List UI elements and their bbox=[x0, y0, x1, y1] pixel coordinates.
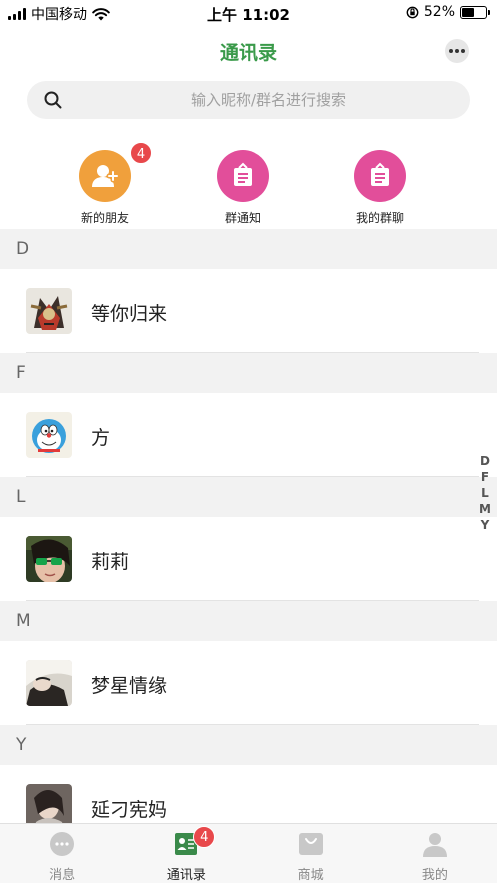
contact-row[interactable]: 莉莉 bbox=[0, 517, 497, 601]
add-user-icon bbox=[92, 165, 120, 187]
contacts-tab-badge: 4 bbox=[193, 826, 216, 848]
divider bbox=[26, 476, 479, 477]
section-header: F bbox=[0, 353, 497, 393]
section-header: L bbox=[0, 477, 497, 517]
tab-mall[interactable]: 商城 bbox=[249, 824, 373, 883]
avatar bbox=[26, 288, 72, 334]
avatar bbox=[26, 412, 72, 458]
index-letter[interactable]: D bbox=[478, 453, 492, 469]
battery-percent: 52% bbox=[423, 4, 455, 20]
divider bbox=[26, 352, 479, 353]
tab-messages[interactable]: 消息 bbox=[0, 824, 124, 883]
my-groups-entry[interactable]: 我的群聊 bbox=[330, 150, 430, 226]
avatar bbox=[26, 536, 72, 582]
tab-bar: 消息 通讯录 4 商城 我的 bbox=[0, 823, 497, 883]
contact-name: 方 bbox=[91, 427, 111, 449]
group-chat-icon bbox=[371, 162, 389, 186]
contact-name: 等你归来 bbox=[91, 303, 168, 325]
contact-name: 延刁宪妈 bbox=[91, 799, 168, 821]
tab-label: 通讯录 bbox=[166, 868, 206, 883]
index-letter[interactable]: Y bbox=[478, 517, 492, 533]
section-header: D bbox=[0, 229, 497, 269]
shopping-bag-icon bbox=[298, 833, 323, 855]
status-right: 52% bbox=[406, 4, 490, 20]
page-title: 通讯录 bbox=[219, 42, 277, 64]
search-input[interactable] bbox=[87, 81, 450, 119]
status-bar: 中国移动 上午 11:02 52% bbox=[0, 0, 497, 26]
alphabet-index[interactable]: D F L M Y bbox=[478, 453, 492, 533]
battery-icon bbox=[460, 5, 490, 19]
tab-contacts[interactable]: 通讯录 4 bbox=[124, 824, 248, 883]
group-notice-label: 群通知 bbox=[224, 211, 261, 225]
tab-label: 商城 bbox=[297, 868, 324, 883]
contact-row[interactable]: 方 bbox=[0, 393, 497, 477]
contact-row[interactable]: 等你归来 bbox=[0, 269, 497, 353]
contact-list: D 等你归来 F 方 L 莉莉 M 梦星情缘 Y 延刁宪妈 bbox=[0, 229, 497, 849]
group-notice-circle bbox=[217, 150, 269, 202]
contact-name: 莉莉 bbox=[91, 551, 130, 573]
more-options-button[interactable] bbox=[445, 39, 469, 63]
tab-label: 我的 bbox=[421, 868, 448, 883]
index-letter[interactable]: F bbox=[478, 469, 492, 485]
search-bar[interactable] bbox=[27, 81, 470, 119]
quick-entries: 4 新的朋友 群通知 我的群聊 bbox=[0, 141, 497, 230]
my-groups-circle bbox=[354, 150, 406, 202]
my-groups-label: 我的群聊 bbox=[355, 211, 404, 225]
index-letter[interactable]: L bbox=[478, 485, 492, 501]
tab-label: 消息 bbox=[49, 868, 76, 883]
contact-row[interactable]: 梦星情缘 bbox=[0, 641, 497, 725]
index-letter[interactable]: M bbox=[478, 501, 492, 517]
new-friends-circle: 4 bbox=[79, 141, 153, 202]
group-notice-entry[interactable]: 群通知 bbox=[193, 150, 293, 226]
person-icon bbox=[422, 833, 447, 857]
section-header: M bbox=[0, 601, 497, 641]
avatar bbox=[26, 660, 72, 706]
new-friends-entry[interactable]: 4 新的朋友 bbox=[55, 141, 155, 226]
tab-me[interactable]: 我的 bbox=[373, 824, 497, 883]
new-friends-label: 新的朋友 bbox=[80, 211, 129, 225]
divider bbox=[26, 724, 479, 725]
new-friends-badge: 4 bbox=[129, 141, 153, 165]
chat-bubble-icon bbox=[50, 832, 75, 856]
section-header: Y bbox=[0, 725, 497, 765]
more-dot-icon bbox=[455, 49, 459, 53]
more-dot-icon bbox=[461, 49, 465, 53]
orientation-lock-icon bbox=[406, 6, 419, 18]
divider bbox=[26, 600, 479, 601]
more-dot-icon bbox=[449, 49, 453, 53]
contact-name: 梦星情缘 bbox=[91, 675, 168, 697]
notice-icon bbox=[234, 162, 252, 186]
search-icon bbox=[44, 91, 62, 109]
